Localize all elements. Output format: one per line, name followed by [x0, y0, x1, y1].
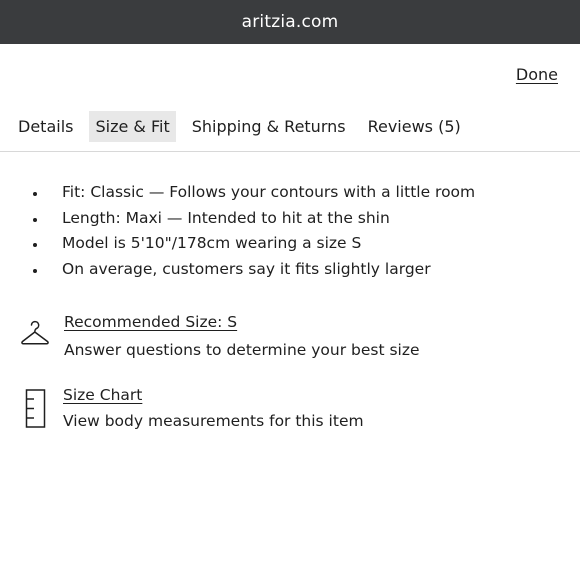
fit-info-text: Length: Maxi — Intended to hit at the sh…: [62, 208, 390, 227]
list-item: On average, customers say it fits slight…: [0, 257, 475, 283]
list-item: Fit: Classic — Follows your contours wit…: [0, 180, 475, 206]
fit-info-text: On average, customers say it fits slight…: [62, 260, 431, 279]
tab-shipping-returns[interactable]: Shipping & Returns: [186, 111, 352, 142]
bullet-dot: [33, 269, 37, 274]
recommended-size-description: Answer questions to determine your best …: [64, 341, 420, 359]
url-text: aritzia.com: [241, 12, 339, 32]
tab-size-fit[interactable]: Size & Fit: [89, 110, 176, 142]
list-item: Model is 5'10"/178cm wearing a size S: [0, 231, 475, 257]
browser-url-bar[interactable]: aritzia.com: [0, 0, 580, 44]
bullet-dot: [33, 217, 37, 222]
bullet-dot: [33, 192, 37, 196]
ruler-icon: [25, 389, 47, 433]
size-chart-link[interactable]: Size Chart: [63, 386, 142, 404]
fit-info-text: Model is 5'10"/178cm wearing a size S: [62, 234, 362, 253]
size-chart-section: Size Chart View body measurements for th…: [0, 383, 580, 443]
tab-reviews[interactable]: Reviews (5): [362, 111, 467, 142]
tab-details[interactable]: Details: [12, 111, 79, 142]
fit-info-list: Fit: Classic — Follows your contours wit…: [0, 180, 475, 283]
list-item: Length: Maxi — Intended to hit at the sh…: [0, 206, 475, 232]
bullet-dot: [33, 243, 37, 248]
recommended-size-link[interactable]: Recommended Size: S: [64, 313, 237, 331]
recommended-size-section: Recommended Size: S Answer questions to …: [0, 310, 580, 370]
tab-bar: Details Size & Fit Shipping & Returns Re…: [12, 110, 477, 142]
size-chart-description: View body measurements for this item: [63, 412, 364, 430]
hanger-icon: [19, 319, 51, 355]
done-button[interactable]: Done: [516, 65, 558, 84]
fit-info-text: Fit: Classic — Follows your contours wit…: [62, 183, 476, 201]
tab-divider: [0, 151, 580, 152]
